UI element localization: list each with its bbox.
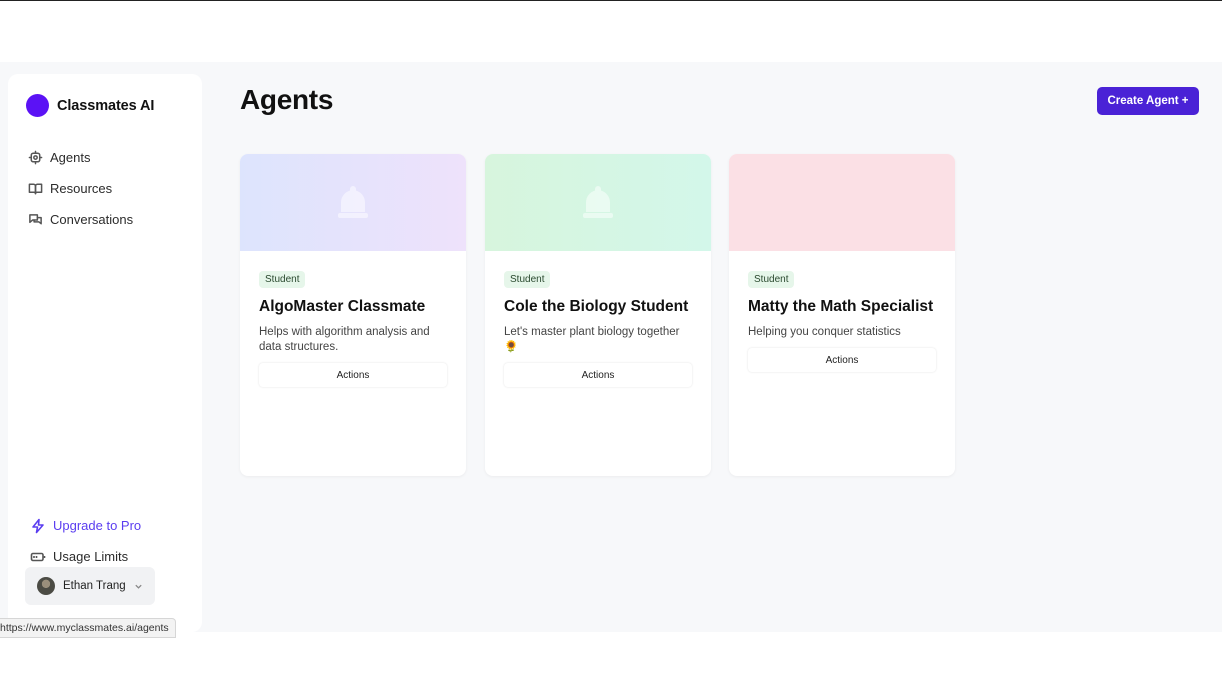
agent-card-banner [485,154,711,251]
user-name: Ethan Trang [63,580,126,592]
brand-name: Classmates AI [57,97,155,114]
agent-card-body: Student Matty the Math Specialist Helpin… [729,251,955,372]
actions-button[interactable]: Actions [748,348,936,372]
agent-card-banner [729,154,955,251]
chevron-down-icon [135,584,142,589]
chat-icon [29,214,42,225]
agent-name: Cole the Biology Student [504,298,689,315]
battery-icon [30,552,46,561]
gear-icon [28,150,43,165]
app-window: Classmates AI Agents Resources Conversat… [0,62,1222,632]
agent-card-body: Student Cole the Biology Student Let's m… [485,251,711,387]
agent-description: Helps with algorithm analysis and data s… [259,326,430,353]
sidebar-nav: Agents Resources Conversations [28,142,133,235]
usage-label: Usage Limits [53,549,129,564]
sidebar-bottom: Upgrade to Pro Usage Limits [30,510,141,572]
book-icon [28,183,43,195]
agent-description: Helping you conquer statistics [748,326,901,338]
agent-card-banner [240,154,466,251]
page-title: Agents [240,84,334,115]
sidebar-item-label: Agents [50,150,91,165]
upgrade-to-pro-link[interactable]: Upgrade to Pro [30,510,141,541]
agent-card-body: Student AlgoMaster Classmate Helps with … [240,251,466,387]
brand-logo [26,94,49,117]
agent-description: Let's master plant biology together 🌻 [504,326,680,353]
lightning-icon [32,518,44,533]
window-top-border [0,0,1222,1]
brand[interactable]: Classmates AI [26,94,154,117]
sidebar-item-conversations[interactable]: Conversations [28,204,133,235]
sidebar-item-label: Conversations [50,212,134,227]
sidebar-item-resources[interactable]: Resources [28,173,133,204]
bell-icon [333,182,373,224]
user-menu-button[interactable]: Ethan Trang [25,567,155,605]
sidebar-item-agents[interactable]: Agents [28,142,133,173]
role-badge: Student [259,271,306,288]
avatar [37,577,55,595]
bell-icon [578,182,618,224]
agent-card-cole[interactable]: Student Cole the Biology Student Let's m… [485,154,711,476]
actions-button[interactable]: Actions [504,363,692,387]
status-bar-url: https://www.myclassmates.ai/agents [0,618,176,638]
agent-name: Matty the Math Specialist [748,298,934,315]
actions-button[interactable]: Actions [259,363,447,387]
role-badge: Student [504,271,551,288]
upgrade-label: Upgrade to Pro [53,518,142,533]
sidebar-item-label: Resources [50,181,113,196]
agent-card-algomaster[interactable]: Student AlgoMaster Classmate Helps with … [240,154,466,476]
role-badge: Student [748,271,795,288]
agent-name: AlgoMaster Classmate [259,298,426,315]
agent-card-matty[interactable]: Student Matty the Math Specialist Helpin… [729,154,955,476]
sidebar: Classmates AI Agents Resources Conversat… [8,74,202,632]
create-agent-button[interactable]: Create Agent + [1097,87,1199,115]
